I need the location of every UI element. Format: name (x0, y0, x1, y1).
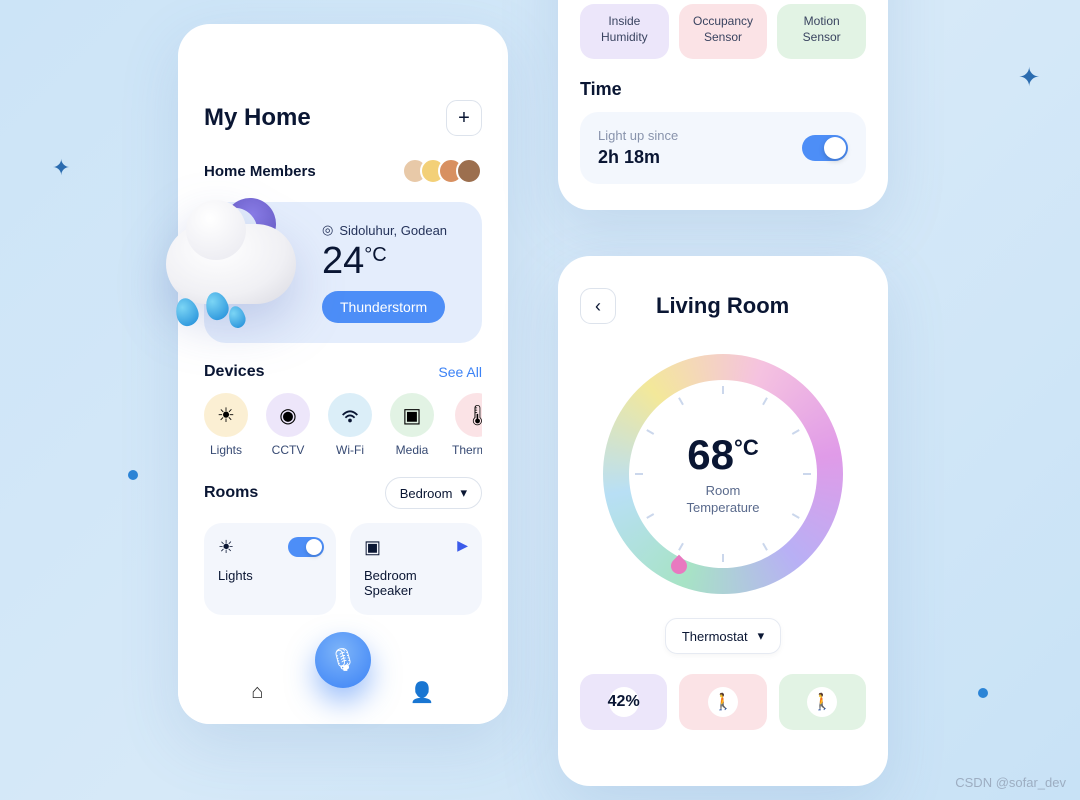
weather-card: ◎ Sidoluhur, Godean 24°C Thunderstorm (204, 202, 482, 343)
camera-icon: ◉ (266, 393, 310, 437)
dial-subtitle: RoomTemperature (687, 483, 760, 517)
stat-row: 42% 🚶 🚶 (580, 674, 866, 730)
rooms-header: Rooms Bedroom▾ (204, 477, 482, 509)
stat-humidity[interactable]: 42% (580, 674, 667, 730)
thermostat-dial-wrap: 68°C RoomTemperature (580, 354, 866, 594)
add-button[interactable]: + (446, 100, 482, 136)
members-row: Home Members (204, 158, 482, 184)
temperature: 24°C (322, 240, 462, 283)
stat-motion[interactable]: 🚶 (779, 674, 866, 730)
thermometer-icon: 🌡 (455, 393, 482, 437)
dot-decoration (978, 688, 988, 698)
chevron-down-icon: ▾ (758, 628, 765, 644)
location-row: ◎ Sidoluhur, Godean (322, 222, 462, 238)
mic-button[interactable]: 🎙 (315, 632, 371, 688)
sun-icon: ☀ (204, 393, 248, 437)
dial-inner: 68°C RoomTemperature (629, 380, 817, 568)
time-card: Light up since 2h 18m (580, 112, 866, 184)
room-card-name: Lights (218, 568, 322, 583)
devices-row: ☀Lights ◉CCTV Wi-Fi ▣Media 🌡Thermost (204, 393, 482, 457)
lightup-label: Light up since (598, 128, 678, 143)
speaker-icon: ▣ (364, 537, 468, 558)
room-card-name: Bedroom Speaker (364, 568, 468, 598)
see-all-link[interactable]: See All (438, 364, 482, 380)
avatars[interactable] (410, 158, 482, 184)
back-button[interactable]: ‹ (580, 288, 616, 324)
weather-condition: Thunderstorm (322, 291, 445, 323)
page-title: My Home (204, 104, 311, 132)
person-icon: 🚶 (708, 687, 738, 717)
rooms-title: Rooms (204, 484, 258, 502)
lights-toggle[interactable] (288, 537, 324, 557)
stat-occupancy[interactable]: 🚶 (679, 674, 766, 730)
watermark: CSDN @sofar_dev (955, 775, 1066, 790)
sensors-screen: InsideHumidity OccupancySensor MotionSen… (558, 0, 888, 210)
device-media[interactable]: ▣Media (390, 393, 434, 457)
thermostat-select[interactable]: Thermostat▾ (665, 618, 781, 654)
device-lights[interactable]: ☀Lights (204, 393, 248, 457)
room-detail-screen: ‹ Living Room 68°C RoomTemperature (558, 256, 888, 786)
play-icon[interactable]: ▶ (457, 537, 468, 554)
lightup-value: 2h 18m (598, 147, 678, 168)
room-cards: ☀ Lights ▣ ▶ Bedroom Speaker (204, 523, 482, 615)
location-text: Sidoluhur, Godean (339, 223, 447, 238)
profile-tab-icon[interactable]: 👤 (410, 680, 435, 705)
speaker-icon: ▣ (390, 393, 434, 437)
devices-title: Devices (204, 363, 265, 381)
thermostat-dial[interactable]: 68°C RoomTemperature (603, 354, 843, 594)
tab-bar: ⌂ 🎙 👤 (178, 660, 508, 724)
home-tab-icon[interactable]: ⌂ (251, 681, 263, 704)
sensor-motion[interactable]: MotionSensor (777, 4, 866, 59)
sensor-occupancy[interactable]: OccupancySensor (679, 4, 768, 59)
dot-decoration (128, 470, 138, 480)
members-label: Home Members (204, 163, 316, 180)
location-pin-icon: ◎ (322, 222, 333, 238)
sensor-humidity[interactable]: InsideHumidity (580, 4, 669, 59)
time-title: Time (580, 79, 866, 100)
device-thermostat[interactable]: 🌡Thermost (452, 393, 482, 457)
chevron-down-icon: ▾ (460, 485, 467, 501)
sparkle-decoration: ✦ (52, 155, 70, 181)
title-row: My Home + (204, 100, 482, 136)
lightup-toggle[interactable] (802, 135, 848, 161)
avatar[interactable] (456, 158, 482, 184)
device-wifi[interactable]: Wi-Fi (328, 393, 372, 457)
wifi-icon (328, 393, 372, 437)
room-title: Living Room (656, 293, 789, 319)
device-cctv[interactable]: ◉CCTV (266, 393, 310, 457)
dial-temperature: 68°C (687, 431, 758, 479)
room-card-speaker[interactable]: ▣ ▶ Bedroom Speaker (350, 523, 482, 615)
room-detail-header: ‹ Living Room (580, 288, 866, 324)
weather-icon (146, 194, 306, 334)
devices-header: Devices See All (204, 363, 482, 381)
motion-icon: 🚶 (807, 687, 837, 717)
room-card-lights[interactable]: ☀ Lights (204, 523, 336, 615)
sparkle-decoration: ✦ (1018, 62, 1040, 93)
sensor-row: InsideHumidity OccupancySensor MotionSen… (580, 4, 866, 59)
room-filter-select[interactable]: Bedroom▾ (385, 477, 482, 509)
home-screen: My Home + Home Members ◎ Sidoluhur, Gode… (178, 24, 508, 724)
